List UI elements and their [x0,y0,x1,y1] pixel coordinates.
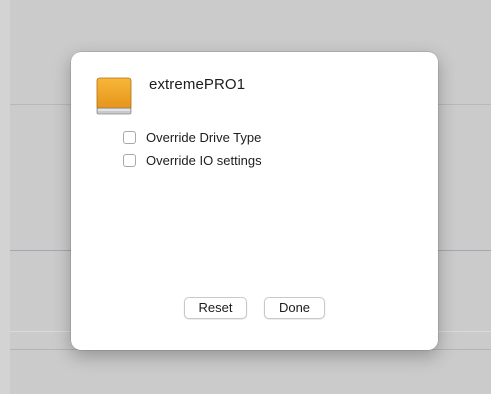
override-drive-type-option[interactable]: Override Drive Type [123,128,261,146]
override-drive-type-checkbox[interactable] [123,130,136,144]
external-drive-icon [94,75,134,117]
override-io-settings-checkbox[interactable] [123,153,136,167]
window-edge [0,0,10,394]
reset-button[interactable]: Reset [184,297,247,319]
drive-name-label: extremePRO1 [149,76,246,93]
done-button[interactable]: Done [264,297,325,319]
override-io-settings-option[interactable]: Override IO settings [123,151,262,169]
override-drive-type-label: Override Drive Type [146,129,262,145]
override-io-settings-label: Override IO settings [146,152,262,168]
drive-settings-sheet: extremePRO1 Override Drive Type Override… [71,52,438,350]
